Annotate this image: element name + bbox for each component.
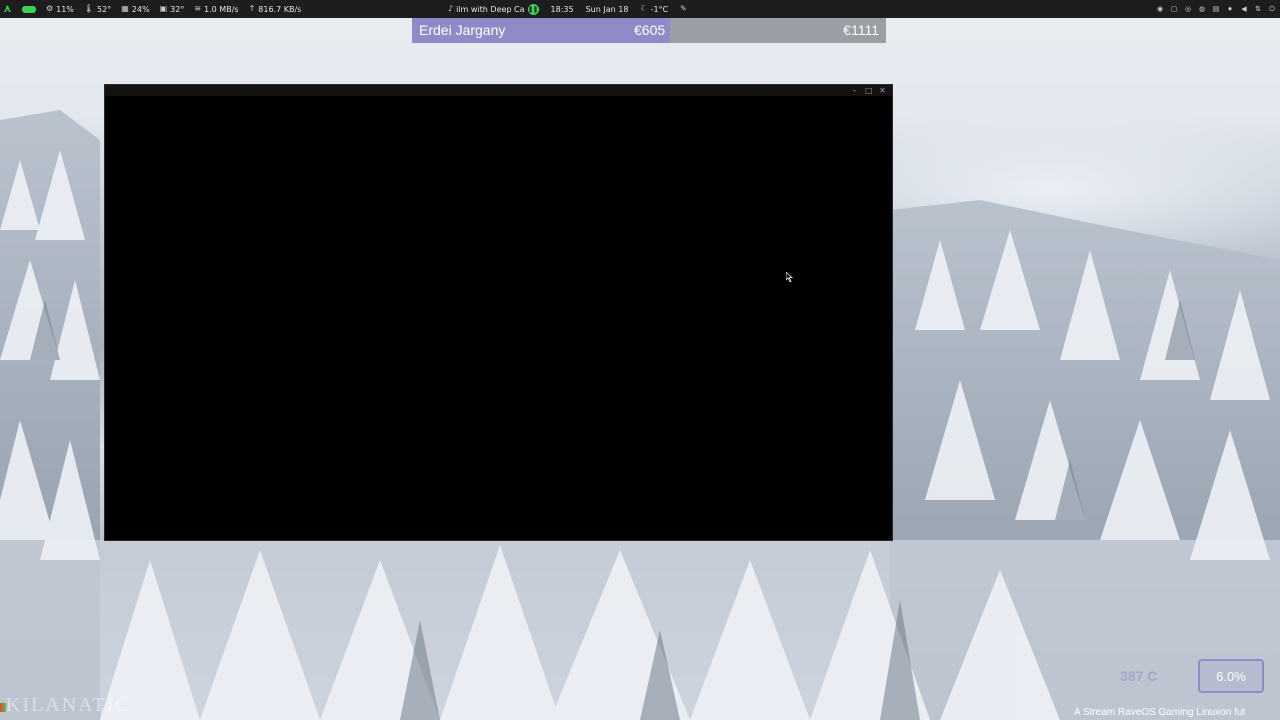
scrolling-ticker: A Stream RaveOS Gaming Linuxon fut [1074, 707, 1246, 718]
window-titlebar[interactable]: – □ ✕ [105, 85, 892, 96]
weather-moon-icon: ☾ [640, 4, 648, 13]
gpu-icon: ▣ [159, 4, 168, 13]
donation-current: €605 [634, 22, 666, 38]
mouse-cursor-icon [786, 272, 794, 282]
minimize-icon[interactable]: – [851, 86, 858, 95]
download-value: 1.0 MB/s [204, 4, 239, 14]
network-upload: ↑ 816.7 KB/s [249, 5, 302, 14]
close-icon[interactable]: ✕ [879, 86, 886, 95]
cpu-temp: 🌡 52° [84, 5, 111, 14]
network-icon[interactable]: ⇅ [1254, 5, 1262, 13]
wifi-icon: ≋ [194, 4, 202, 13]
cpu-icon: ⚙ [45, 4, 54, 13]
volume-icon[interactable]: ◀ [1240, 5, 1248, 13]
network-download: ≋ 1.0 MB/s [194, 5, 238, 14]
power-icon[interactable]: ⏻ [1268, 5, 1276, 13]
obs-icon[interactable]: ◎ [1184, 5, 1192, 13]
top-panel: ⋏ ⚙ 11% 🌡 52° ▦ 24% ▣ 32° ≋ 1.0 MB/s ↑ 8… [0, 0, 1280, 18]
memory-value: 24% [131, 4, 150, 14]
apps-menu-icon[interactable]: ⋏ [3, 3, 12, 14]
media-and-clock: ♪ ilm with Deep Ca ❚❚ 18:35 Sun Jan 18 ☾… [448, 0, 687, 18]
memory-usage: ▦ 24% [121, 5, 149, 14]
window-icon[interactable]: ▢ [1170, 5, 1178, 13]
clock-date[interactable]: Sun Jan 18 [586, 5, 629, 14]
app-window[interactable]: – □ ✕ [104, 84, 893, 541]
clipboard-icon[interactable]: ▤ [1212, 5, 1220, 13]
gpu-temp-value: 32° [170, 4, 185, 14]
mic-icon[interactable]: ⏺ [1226, 5, 1234, 13]
cpu-percent-widget: 6.0% [1198, 659, 1264, 693]
donor-name: Erdei Jargany [419, 22, 506, 38]
discord-icon[interactable]: ◉ [1156, 5, 1164, 13]
cpu-value: 11% [56, 4, 74, 14]
music-note-icon: ♪ [448, 4, 454, 13]
cpu-percent-value: 6.0% [1216, 668, 1246, 684]
thermometer-icon: 🌡 [83, 4, 95, 13]
upload-arrow-icon: ↑ [248, 4, 256, 13]
donation-goal-bar: Erdei Jargany €605 €1111 [412, 18, 886, 43]
donation-target: €1111 [843, 22, 879, 38]
window-controls: – □ ✕ [851, 85, 886, 96]
maximize-icon[interactable]: □ [865, 86, 873, 95]
chrome-icon[interactable]: ◍ [1198, 5, 1206, 13]
weather[interactable]: ☾ -1°C [640, 5, 668, 14]
system-tray: ◉ ▢ ◎ ◍ ▤ ⏺ ◀ ⇅ ⏻ [1156, 0, 1276, 18]
faint-overlay-value: 387 C [1120, 668, 1158, 684]
weather-value: -1°C [650, 4, 669, 14]
gpu-temp: ▣ 32° [160, 5, 185, 14]
memory-icon: ▦ [121, 4, 129, 13]
cpu-usage: ⚙ 11% [46, 5, 74, 14]
cpu-temp-value: 52° [97, 4, 112, 14]
pause-icon[interactable]: ❚❚ [527, 3, 539, 15]
media-title: ilm with Deep Ca [456, 4, 525, 14]
channel-watermark: KILANATIC [6, 694, 131, 716]
battery-icon [21, 5, 36, 13]
system-monitor: ⋏ ⚙ 11% 🌡 52° ▦ 24% ▣ 32° ≋ 1.0 MB/s ↑ 8… [0, 3, 302, 14]
media-player[interactable]: ♪ ilm with Deep Ca ❚❚ [448, 3, 539, 15]
notification-icon[interactable]: ✎ [680, 5, 687, 13]
upload-value: 816.7 KB/s [258, 4, 302, 14]
clock-time[interactable]: 18:35 [551, 5, 574, 14]
